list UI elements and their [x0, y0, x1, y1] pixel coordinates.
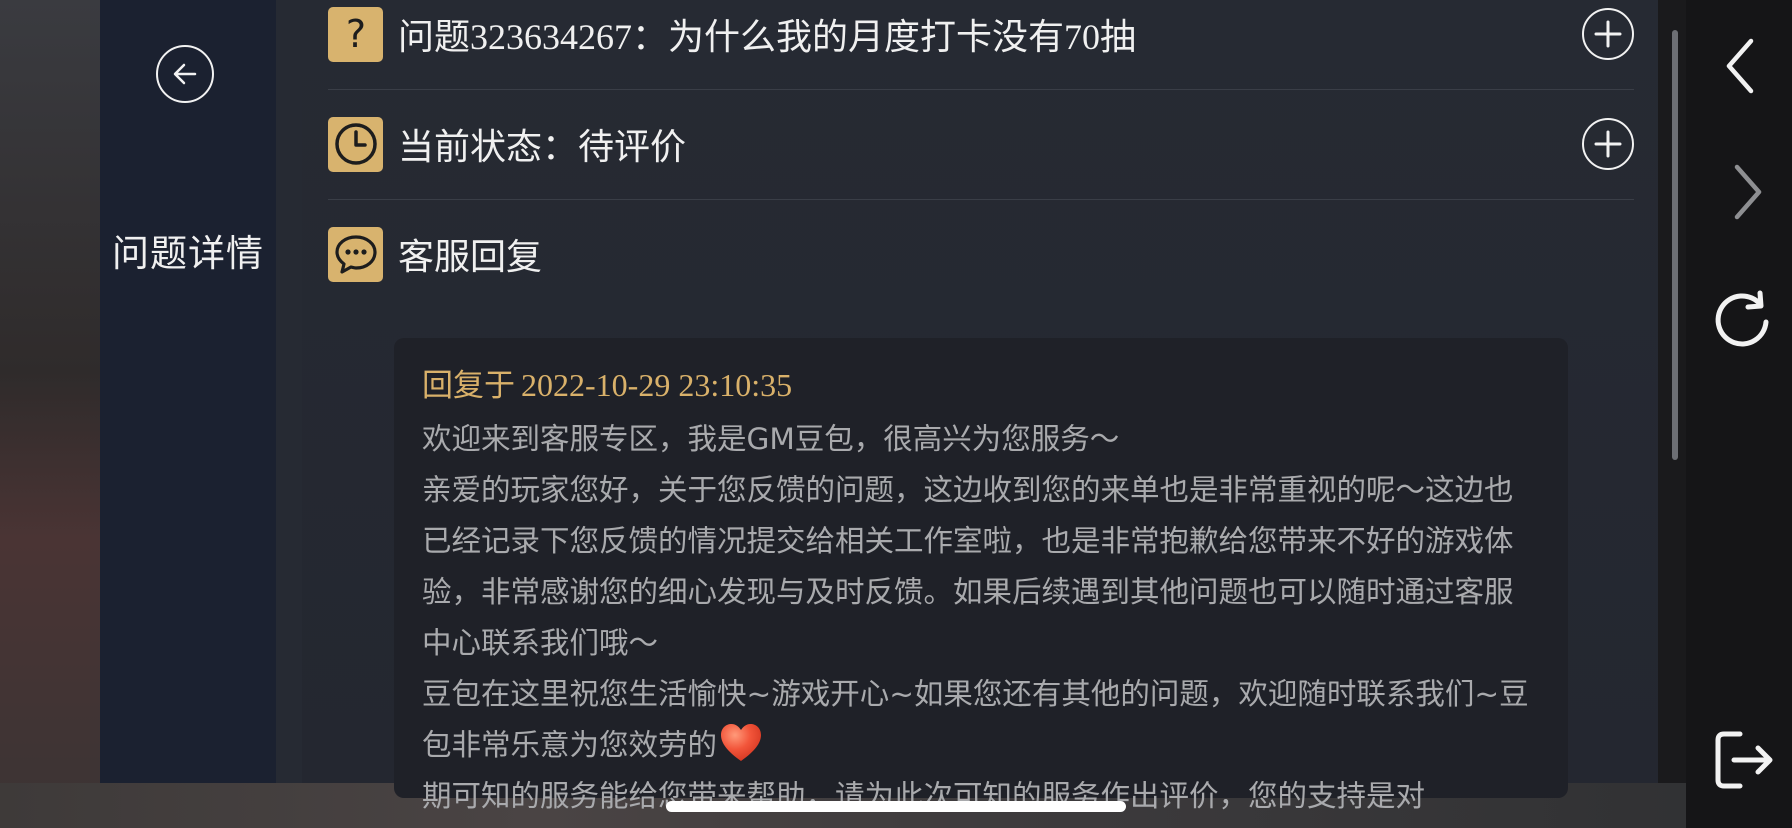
- question-suffix: 抽: [1100, 17, 1137, 58]
- home-indicator[interactable]: [666, 801, 1126, 812]
- background-left: [0, 0, 100, 828]
- reply-paragraph: 欢迎来到客服专区，我是GM豆包，很高兴为您服务～: [422, 422, 1120, 456]
- reply-paragraph: 豆包在这里祝您生活愉快~游戏开心~如果您还有其他的问题，欢迎随时联系我们~豆包非…: [422, 669, 1542, 771]
- scrollbar[interactable]: [1672, 30, 1678, 460]
- question-row: ? 问题323634267：为什么我的月度打卡没有70抽: [328, 0, 1634, 89]
- reply-prefix: 回复于: [422, 368, 515, 404]
- exit-button[interactable]: [1710, 728, 1776, 792]
- service-reply-header: 客服回复: [328, 199, 1634, 309]
- chevron-right-icon: [1734, 164, 1762, 220]
- service-reply-label: 客服回复: [398, 237, 543, 278]
- nav-back-button[interactable]: [1716, 36, 1766, 96]
- chevron-left-icon: [1726, 38, 1754, 94]
- question-id: 323634267: [470, 17, 633, 57]
- expand-question-button[interactable]: [1582, 8, 1634, 60]
- reply-date: 2022-10-29 23:10:35: [521, 367, 793, 403]
- browser-control-bar: [1686, 0, 1792, 828]
- clock-icon: [328, 116, 383, 172]
- expand-status-button[interactable]: [1582, 118, 1634, 170]
- sidebar: [100, 0, 276, 783]
- reply-paragraph: 亲爱的玩家您好，关于您反馈的问题，这边收到您的来单也是非常重视的呢～这边也已经记…: [422, 473, 1514, 660]
- reply-paragraph-text: 豆包在这里祝您生活愉快~游戏开心~如果您还有其他的问题，欢迎随时联系我们~豆包非…: [422, 677, 1529, 762]
- plus-icon: [1594, 20, 1622, 48]
- plus-icon: [1594, 130, 1622, 158]
- status-row: 当前状态：待评价: [328, 89, 1634, 199]
- page-title: 问题详情: [112, 232, 264, 275]
- svg-text:?: ?: [345, 12, 365, 56]
- nav-forward-button[interactable]: [1722, 162, 1772, 222]
- status-text: 当前状态：待评价: [398, 127, 687, 168]
- question-count: 70: [1064, 17, 1101, 57]
- question-detail-panel: ? 问题323634267：为什么我的月度打卡没有70抽 当前状态：待评价 客服…: [302, 0, 1658, 813]
- chat-bubble-icon: [328, 226, 383, 282]
- panel-gutter: [276, 0, 302, 783]
- question-icon: ?: [328, 6, 383, 62]
- reply-body: 欢迎来到客服专区，我是GM豆包，很高兴为您服务～ 亲爱的玩家您好，关于您反馈的问…: [422, 414, 1542, 822]
- back-button[interactable]: [156, 45, 214, 103]
- question-title: 问题323634267：为什么我的月度打卡没有70抽: [398, 8, 1136, 60]
- reload-button[interactable]: [1710, 288, 1774, 352]
- exit-icon: [1715, 731, 1773, 789]
- reply-paragraph: 期可知的服务能给您带来帮助，请为此次可知的服务作出评价，您的支持是对: [422, 779, 1426, 813]
- heart-emoji-icon: [721, 724, 762, 761]
- reply-card: 回复于 2022-10-29 23:10:35 欢迎来到客服专区，我是GM豆包，很…: [394, 338, 1568, 813]
- reply-header: 回复于 2022-10-29 23:10:35: [422, 360, 792, 405]
- reload-icon: [1715, 290, 1769, 347]
- question-prefix: 问题: [398, 17, 471, 58]
- question-text: ：为什么我的月度打卡没有: [632, 17, 1065, 58]
- arrow-left-icon: [173, 63, 197, 85]
